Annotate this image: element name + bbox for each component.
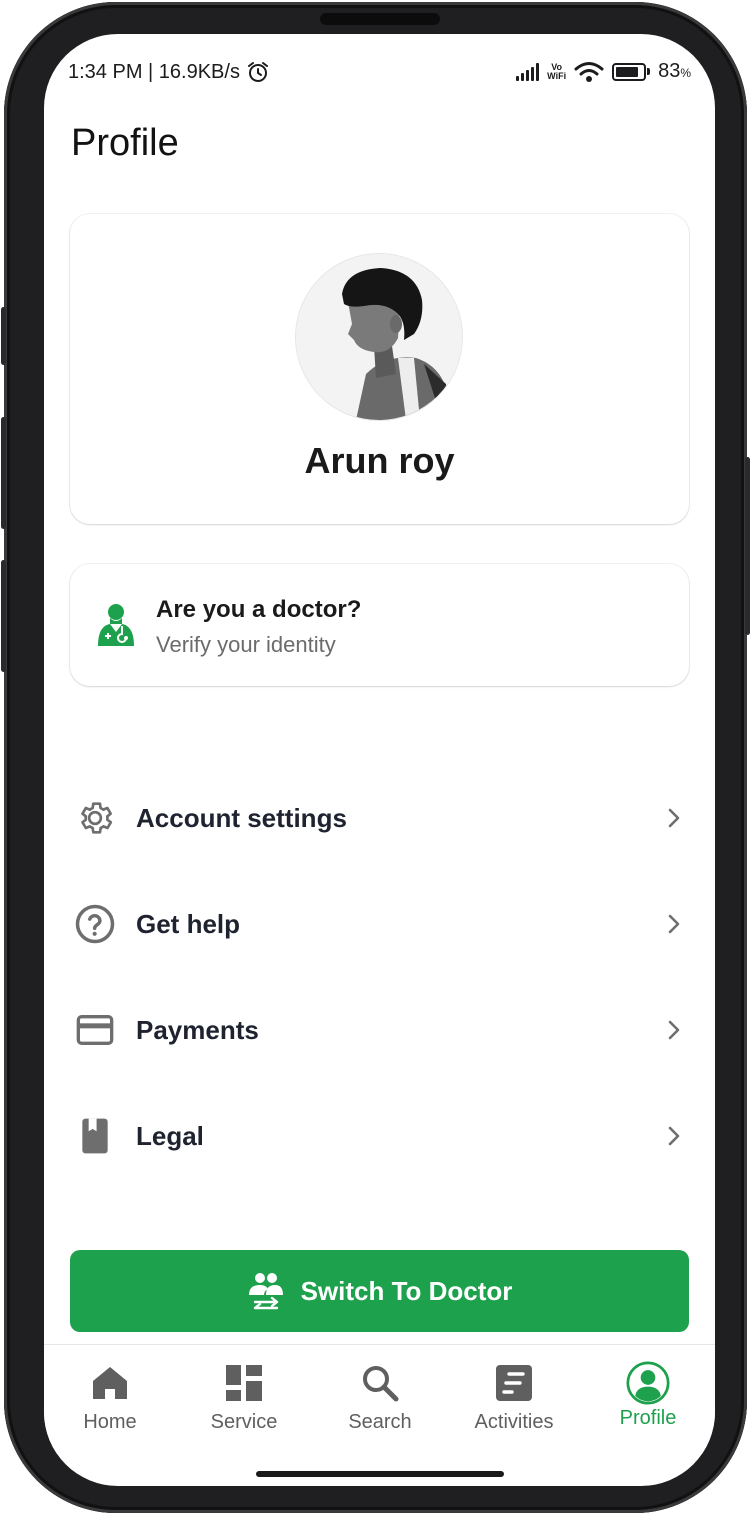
help-circle-icon (70, 899, 120, 949)
menu-item-account-settings[interactable]: Account settings (70, 780, 689, 856)
speaker-grille (320, 13, 440, 25)
nav-label-service: Service (210, 1411, 278, 1433)
menu-item-legal[interactable]: Legal (70, 1098, 689, 1174)
battery-percent: 83% (658, 60, 691, 83)
battery-unit: % (680, 66, 691, 80)
activities-icon (492, 1361, 536, 1405)
nav-label-activities: Activities (474, 1411, 554, 1433)
profile-card[interactable]: Arun roy (70, 214, 689, 524)
alarm-icon (247, 62, 268, 82)
side-button-volume-up (1, 417, 6, 529)
battery-value: 83 (658, 60, 681, 82)
bottom-nav: Home Service Search Activities Profile (44, 1344, 715, 1454)
nav-label-home: Home (83, 1411, 137, 1433)
battery-fill (616, 66, 638, 77)
menu-label-payments: Payments (136, 1014, 259, 1045)
nav-label-search: Search (348, 1411, 412, 1433)
doctor-card-subtitle: Verify your identity (156, 632, 336, 657)
nav-item-home[interactable]: Home (50, 1361, 170, 1441)
page-title: Profile (71, 122, 179, 164)
screen: 1:34 PM | 16.9KB/s Vo WiFi 83% Profile A… (44, 34, 715, 1486)
menu-label-legal: Legal (136, 1120, 204, 1151)
side-button-power (745, 457, 750, 635)
search-icon (358, 1361, 402, 1405)
status-right: Vo WiFi 83% (516, 60, 691, 83)
vowifi-bottom: WiFi (547, 70, 567, 81)
menu-label-get-help: Get help (136, 908, 241, 939)
menu-label-account-settings: Account settings (136, 802, 347, 833)
doctor-icon (98, 604, 134, 646)
nav-item-activities[interactable]: Activities (454, 1361, 574, 1441)
chevron-right-icon (659, 803, 689, 833)
side-button-mute (1, 307, 6, 365)
switch-to-doctor-label: Switch To Doctor (300, 1275, 513, 1306)
wifi-icon (574, 61, 604, 82)
grid-icon (222, 1361, 266, 1405)
cell-signal-icon (516, 62, 540, 81)
profile-icon (626, 1361, 670, 1405)
user-name: Arun roy (304, 440, 455, 481)
avatar-photo (296, 254, 462, 420)
switch-to-doctor-button[interactable]: Switch To Doctor (70, 1250, 689, 1332)
chevron-right-icon (659, 1121, 689, 1151)
status-bar: 1:34 PM | 16.9KB/s Vo WiFi 83% (44, 60, 715, 90)
status-left: 1:34 PM | 16.9KB/s (68, 60, 270, 84)
doctor-card-title: Are you a doctor? (156, 596, 362, 623)
menu-item-payments[interactable]: Payments (70, 992, 689, 1068)
side-button-volume-down (1, 560, 6, 672)
switch-users-icon (248, 1273, 283, 1310)
doctor-verify-card[interactable]: Are you a doctor? Verify your identity (70, 564, 689, 686)
gear-icon (70, 793, 120, 843)
nav-label-profile: Profile (619, 1407, 677, 1429)
chevron-right-icon (659, 1015, 689, 1045)
home-indicator[interactable] (256, 1471, 504, 1477)
credit-card-icon (70, 1005, 120, 1055)
status-time: 1:34 PM | 16.9KB/s (68, 60, 240, 83)
battery-icon (612, 62, 651, 81)
book-icon (70, 1111, 120, 1161)
home-icon (88, 1361, 132, 1405)
vowifi-label: Vo WiFi (547, 62, 567, 81)
nav-item-profile[interactable]: Profile (588, 1361, 708, 1441)
phone-frame: 1:34 PM | 16.9KB/s Vo WiFi 83% Profile A… (1, 2, 750, 1513)
chevron-right-icon (659, 909, 689, 939)
nav-item-search[interactable]: Search (320, 1361, 440, 1441)
nav-item-service[interactable]: Service (184, 1361, 304, 1441)
menu-item-get-help[interactable]: Get help (70, 886, 689, 962)
avatar[interactable] (296, 254, 462, 420)
